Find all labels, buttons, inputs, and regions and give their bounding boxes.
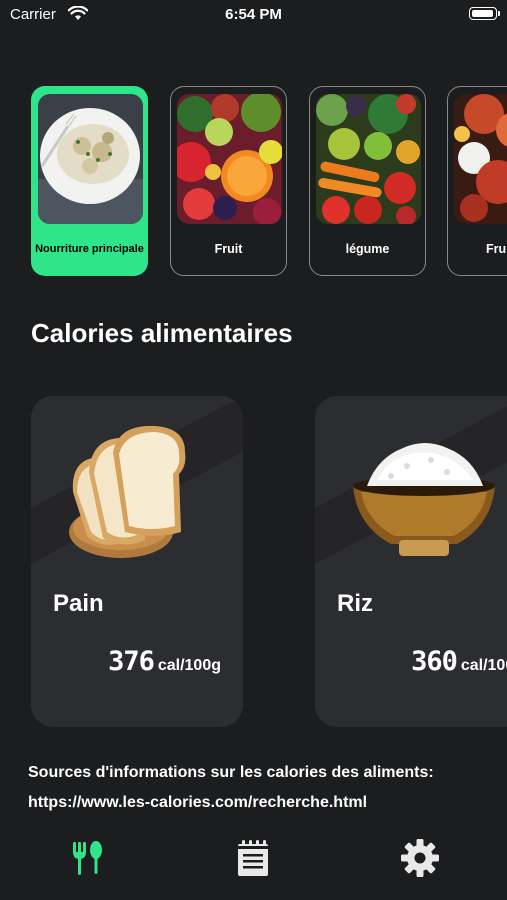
category-vegetable[interactable]: légume — [309, 86, 426, 276]
battery-level — [472, 10, 493, 17]
category-vegetable-image — [316, 94, 421, 224]
food-card-bread[interactable]: Pain 376 cal/100g — [31, 396, 243, 727]
bread-slices-icon — [69, 425, 186, 558]
category-main-food[interactable]: Nourriture principale — [31, 86, 148, 276]
gear-icon — [401, 839, 439, 877]
notepad-icon — [238, 840, 268, 876]
section-title: Calories alimentaires — [31, 318, 293, 348]
sources-link[interactable]: https://www.les-calories.com/recherche.h… — [28, 788, 434, 818]
calorie-value: 376 cal/100g — [108, 646, 221, 677]
category-fruit-image — [177, 94, 282, 224]
category-label: Nourriture principale — [35, 243, 144, 255]
category-seafood[interactable]: Fruit d — [447, 86, 507, 276]
tab-food[interactable] — [67, 838, 111, 882]
food-card-rice[interactable]: Riz 360cal/100g — [315, 396, 507, 727]
category-carousel[interactable]: Nourriture principale Fruit légume Fru — [0, 86, 507, 280]
category-label: Fruit — [214, 242, 243, 256]
calorie-unit: cal/100g — [157, 657, 221, 674]
food-name: Pain — [53, 590, 104, 617]
food-name: Riz — [337, 590, 373, 617]
fork-spoon-icon — [73, 841, 102, 875]
sources-info: Sources d'informations sur les calories … — [28, 758, 434, 818]
calorie-number: 360 — [411, 646, 458, 677]
battery-icon — [469, 7, 500, 20]
rice-bowl-icon — [353, 443, 495, 556]
category-main-food-image — [38, 94, 143, 224]
category-label: légume — [345, 242, 390, 256]
clock: 6:54 PM — [225, 6, 282, 23]
calorie-number: 376 — [108, 646, 155, 677]
calorie-value: 360cal/100g — [411, 646, 507, 677]
category-label: Fruit d — [486, 242, 507, 256]
status-bar: Carrier 6:54 PM — [0, 0, 507, 30]
tab-bar — [0, 830, 507, 890]
category-fruit[interactable]: Fruit — [170, 86, 287, 276]
tab-settings[interactable] — [400, 838, 444, 882]
calorie-unit: cal/100g — [460, 657, 507, 674]
tab-notes[interactable] — [233, 838, 277, 882]
category-seafood-image — [454, 94, 507, 224]
sources-label: Sources d'informations sur les calories … — [28, 764, 434, 781]
